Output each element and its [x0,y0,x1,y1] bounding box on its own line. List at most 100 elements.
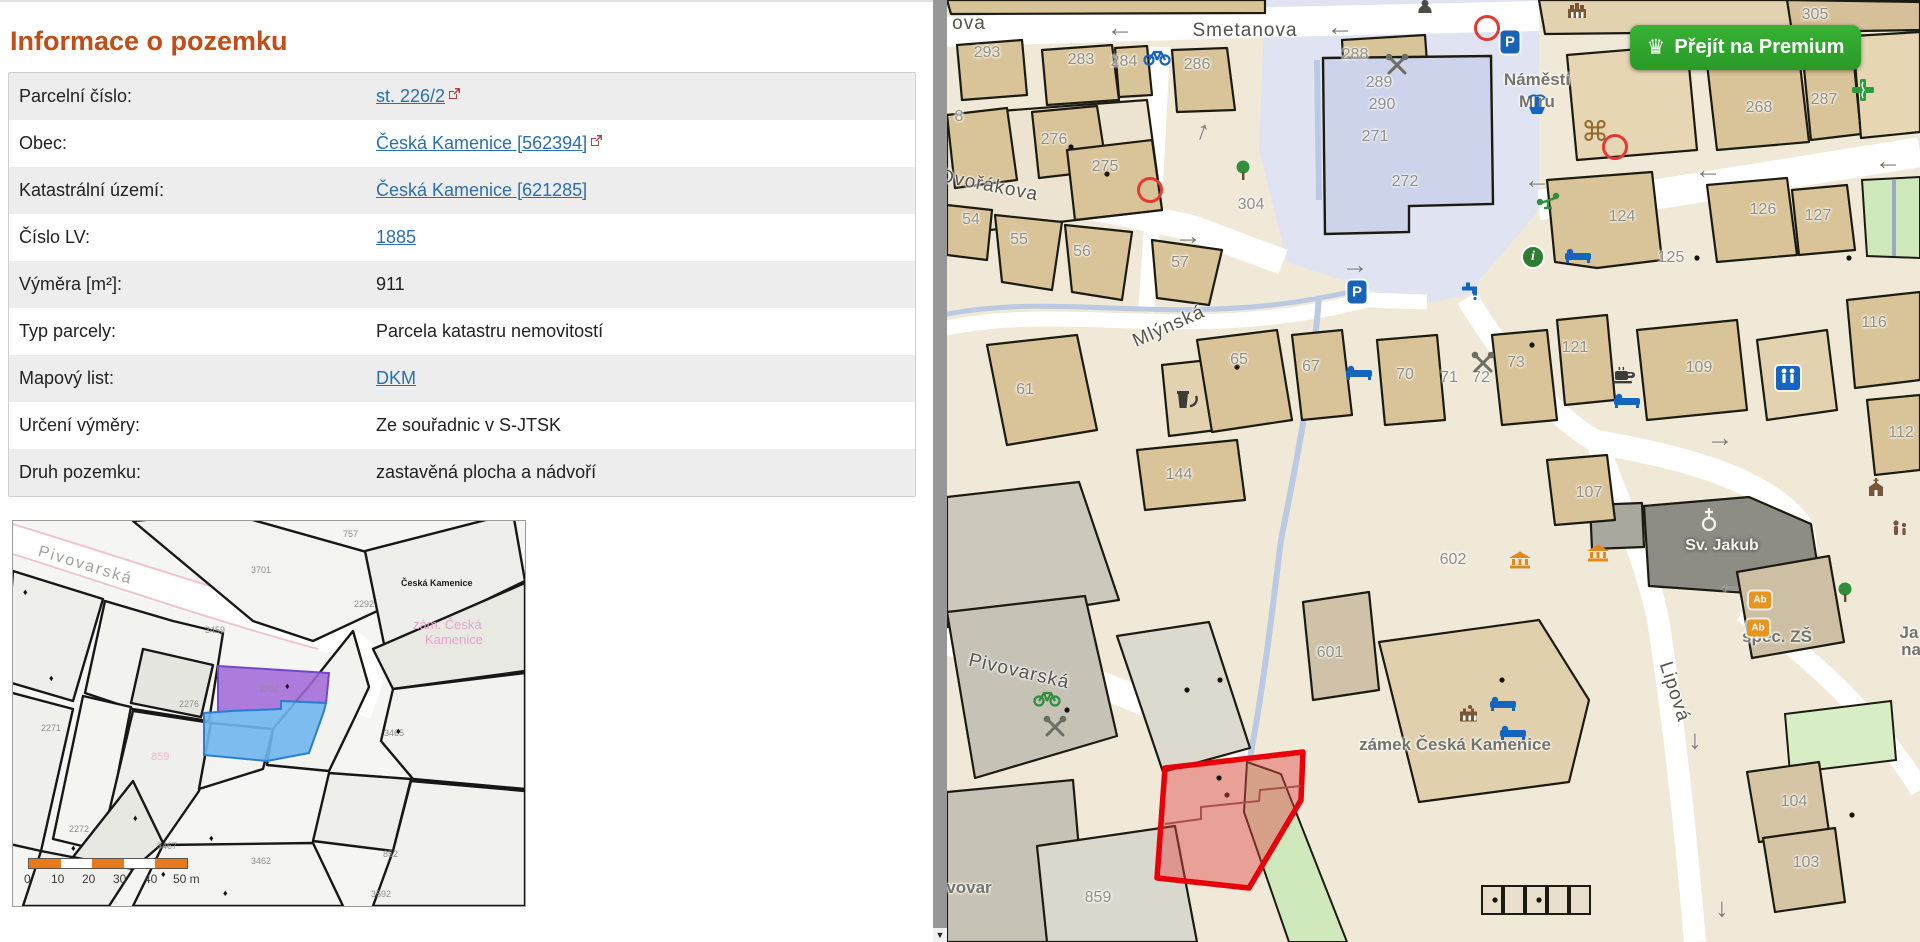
row-value-link[interactable]: st. 226/2 [376,86,461,107]
parcel-number: 71 [1440,369,1458,387]
bed-icon [1614,392,1640,408]
parcel-number: 268 [1746,99,1773,117]
row-value-link[interactable]: Česká Kamenice [621285] [376,180,587,201]
minimap-castle-label: zám. Česká [413,617,482,632]
school-icon: Ab [1747,620,1769,637]
minimap-castle-label: Kamenice [425,632,483,647]
parcel-number: 293 [974,44,1001,62]
row-label: Druh pozemku: [19,462,141,483]
table-row: Typ parcely:Parcela katastru nemovitostí [9,308,915,355]
scrollbar-down-button[interactable]: ▼ [933,928,947,942]
row-value-link[interactable]: 1885 [376,227,416,248]
minimap-parcel-number: 2202 [259,684,279,694]
parcel-number: 126 [1750,201,1777,219]
parcel-number: 107 [1576,484,1603,502]
bed-icon [1490,695,1516,711]
scale-segment [155,859,187,868]
fountain-icon [1525,93,1549,117]
street-label: ova [952,13,986,35]
arrow-down-icon: ↓ [1688,740,1702,745]
row-label: Výměra [m²]: [19,274,122,295]
row-label: Typ parcely: [19,321,116,342]
vertical-scrollbar[interactable]: ▼ [933,0,947,942]
tree-symbol: ♦ [209,833,214,843]
bed-icon [1500,724,1526,740]
table-row: Určení výměry: Ze souřadnic v S-JTSK [9,402,915,449]
minimap-parcel-number: 3459 [205,625,225,635]
scale-segment [61,859,93,868]
parcel-number: 104 [1781,793,1808,811]
parcel-number: 127 [1805,207,1832,225]
minimap-parcel-number: 3701 [251,565,271,575]
arrow-left-icon: ← [1327,27,1354,32]
faucet-icon [1461,282,1481,301]
row-value: 911 [376,274,405,295]
scale-tick: 0 [24,872,31,886]
scale-tick: 10 [51,872,64,886]
minimap-parcel-number: 3465 [384,728,404,738]
tree-icon [1234,159,1252,181]
parcel-number: 287 [1811,91,1838,109]
scale-tick: 50 m [173,872,200,886]
parcel-info-panel: Informace o pozemku Parcelní číslo:st. 2… [0,0,933,942]
row-value: zastavěná plocha a nádvoří [376,462,596,483]
map-viewport[interactable]: ovaSmetanovaDvořákovaMlýnskáPivovarskáLi… [947,0,1920,942]
row-label: Určení výměry: [19,415,140,436]
statue-icon: ♟ [1415,0,1435,17]
parcel-number: 125 [1658,249,1685,267]
wc-icon [1776,366,1800,390]
scale-segment [92,859,124,868]
minimap-parcel-number: 3592 [371,889,391,899]
minimap-parcel-number: 2271 [41,723,61,733]
arrow-left-icon: ← [1717,585,1744,590]
parcel-number: 144 [1166,466,1193,484]
crossed-tools-icon [1043,715,1067,739]
info-icon: i [1521,245,1545,269]
arrow-right-icon: → [1707,438,1734,443]
parcel-number: 8 [955,108,964,126]
tree-symbol: ♦ [23,587,28,597]
screen: Informace o pozemku Parcelní číslo:st. 2… [0,0,1920,942]
row-value-link[interactable]: DKM [376,368,416,389]
parcel-number: 859 [1085,889,1112,907]
street-label: Smetanova [1192,20,1297,42]
cadastral-minimap[interactable]: PivovarskáČeská Kamenicezám. ČeskáKameni… [12,520,526,907]
civic-icon [1566,2,1588,18]
parcel-number: 283 [1068,51,1095,69]
parking-icon: P [1501,31,1520,54]
arrow-right-icon: → [1342,265,1369,270]
museum-icon [1587,545,1609,562]
page-title: Informace o pozemku [10,26,288,57]
premium-button-label: Přejít na Premium [1674,36,1844,59]
pharmacy-icon [1851,78,1875,102]
tree-symbol: ♦ [49,673,54,683]
tree-symbol: ♦ [161,869,166,879]
row-value: Ze souřadnic v S-JTSK [376,415,561,436]
minimap-parcel-number: 859 [151,751,169,763]
arrow-right-icon: → [1175,236,1202,241]
premium-button[interactable]: ♛ Přejít na Premium [1630,25,1861,70]
church-icon [1866,478,1886,496]
place-label: Náměstí [1504,70,1570,90]
red-circle-icon [1137,177,1163,203]
red-circle-icon [1474,15,1500,41]
parcel-number: 124 [1609,208,1636,226]
parcel-number: 61 [1016,381,1034,399]
parcel-number: 290 [1369,96,1396,114]
arrow-up-icon: ↑ [1196,131,1210,136]
minimap-scale-bar [28,858,188,869]
bed-icon [1565,247,1591,263]
parcel-number: 288 [1342,46,1369,64]
parcel-number: 116 [1861,314,1887,332]
row-value-link[interactable]: Česká Kamenice [562394] [376,133,603,154]
tree-symbol: ♦ [396,726,401,736]
table-row: Číslo LV:1885 [9,214,915,261]
parcel-number: 65 [1230,351,1248,369]
parcel-number: 305 [1802,6,1829,24]
arrow-left-icon: ← [1524,180,1551,185]
parcel-number: 73 [1507,354,1525,372]
parcel-number: 284 [1111,53,1138,71]
tree-symbol: ♦ [71,843,76,853]
tree-symbol: ♦ [285,681,290,691]
arrow-left-icon: ← [1107,28,1134,33]
